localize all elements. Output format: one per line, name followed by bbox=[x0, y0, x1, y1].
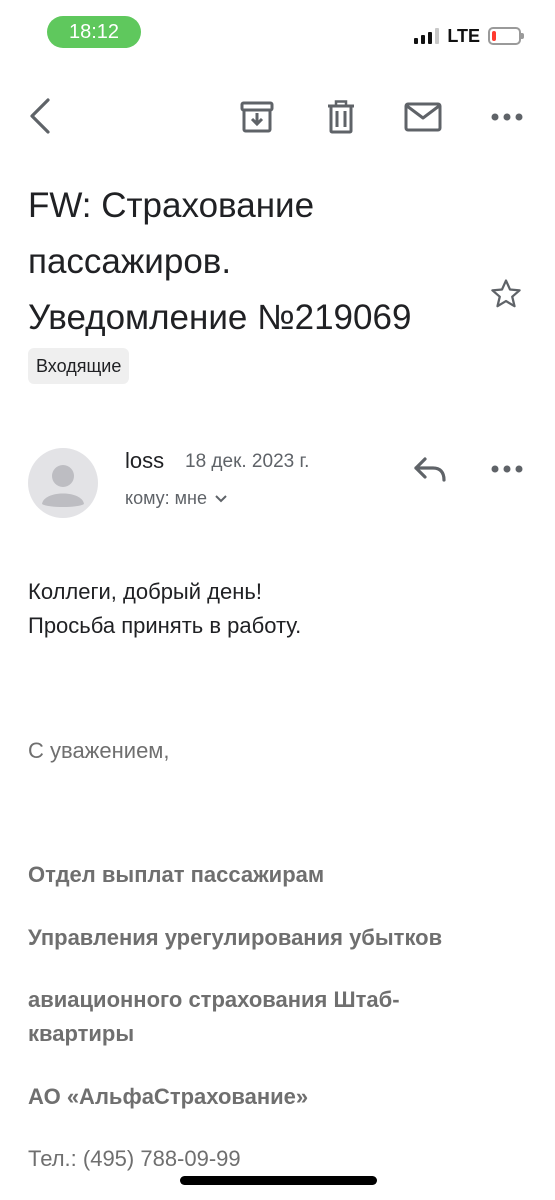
subject-line: Уведомление №219069 bbox=[28, 298, 412, 337]
sender-name[interactable]: loss bbox=[125, 448, 164, 474]
home-indicator[interactable] bbox=[180, 1176, 377, 1185]
recipient-text: кому: мне bbox=[125, 488, 207, 508]
signature-line: Отдел выплат пассажирам bbox=[28, 862, 325, 887]
more-horizontal-icon bbox=[491, 465, 523, 473]
body-line: Коллеги, добрый день! bbox=[28, 579, 262, 604]
person-icon bbox=[42, 465, 84, 507]
email-body: Коллеги, добрый день! Просьба принять в … bbox=[28, 575, 301, 643]
signature-line: АО «АльфаСтрахование» bbox=[28, 1084, 309, 1109]
back-button[interactable] bbox=[22, 96, 58, 136]
signature-line: авиационного страхования Штаб- bbox=[28, 987, 400, 1012]
mail-icon bbox=[404, 102, 442, 132]
signature-line: Управления урегулирования убытков bbox=[28, 925, 443, 950]
chevron-left-icon bbox=[30, 98, 50, 134]
subject-line: пассажиров. bbox=[28, 242, 232, 281]
recipient-details-toggle[interactable]: кому: мне bbox=[125, 488, 227, 509]
phone-number[interactable]: Тел.: (495) 788-09-99 bbox=[28, 1146, 241, 1172]
delete-button[interactable] bbox=[320, 96, 362, 138]
mark-unread-button[interactable] bbox=[401, 96, 445, 138]
more-horizontal-icon bbox=[491, 113, 523, 121]
email-date: 18 дек. 2023 г. bbox=[185, 451, 310, 472]
status-indicators: LTE bbox=[414, 24, 524, 48]
body-line: Просьба принять в работу. bbox=[28, 613, 302, 638]
battery-level bbox=[492, 31, 496, 41]
more-options-button[interactable] bbox=[488, 100, 526, 134]
inbox-label-chip[interactable]: Входящие bbox=[28, 348, 130, 384]
greeting: С уважением, bbox=[28, 738, 170, 763]
signature-line: квартиры bbox=[28, 1021, 135, 1046]
star-icon bbox=[491, 279, 521, 308]
avatar[interactable] bbox=[28, 448, 98, 518]
signal-icon bbox=[414, 28, 440, 44]
chevron-down-icon bbox=[215, 494, 227, 502]
archive-button[interactable] bbox=[236, 96, 278, 138]
network-type: LTE bbox=[447, 25, 480, 46]
message-more-button[interactable] bbox=[488, 452, 526, 486]
reply-icon bbox=[414, 457, 446, 482]
archive-icon bbox=[240, 101, 274, 133]
reply-button[interactable] bbox=[410, 452, 450, 488]
email-subject: FW: Страхование пассажиров. Уведомление … bbox=[28, 178, 468, 346]
subject-line: FW: Страхование bbox=[28, 186, 315, 225]
star-button[interactable] bbox=[486, 274, 526, 314]
battery-icon bbox=[488, 27, 524, 45]
status-time: 18:12 bbox=[47, 16, 141, 48]
trash-icon bbox=[328, 100, 354, 134]
